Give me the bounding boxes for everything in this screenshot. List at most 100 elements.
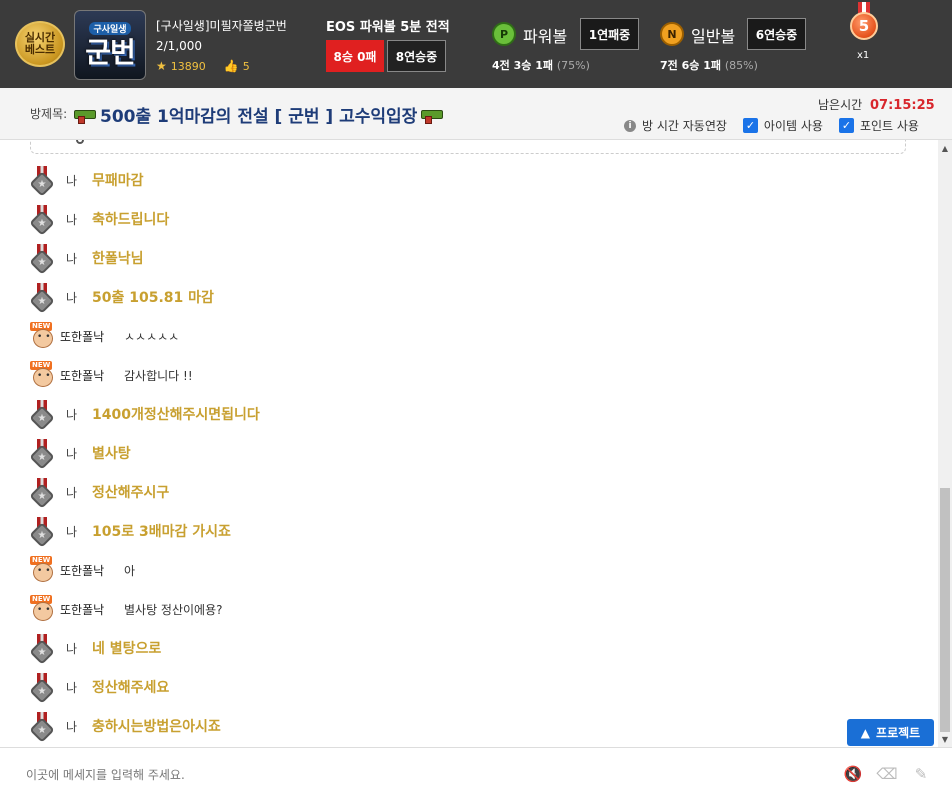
realtime-best-badge: 실시간 베스트 <box>15 21 65 67</box>
rank-medal-icon <box>29 244 55 275</box>
rank-medal-icon <box>29 205 55 236</box>
like-count: 5 <box>242 59 250 73</box>
level-medal-icon[interactable]: 5 <box>848 2 880 46</box>
message-text: 105로 3배마감 가시죠 <box>92 524 231 540</box>
protect-button-label: 프로젝트 <box>876 726 921 740</box>
normalball-label: 일반볼 <box>691 27 736 46</box>
rank-medal-icon <box>29 478 55 509</box>
rank-medal-icon <box>29 166 55 197</box>
room-title-text: 500출 1억마감의 전설 [ 군번 ] 고수익입장 <box>100 107 418 127</box>
powerball-streak: 1연패중 <box>580 18 639 50</box>
scroll-thumb[interactable] <box>940 488 950 732</box>
room-options: i 방 시간 자동연장 ✓ 아이템 사용 ✓ 포인트 사용 <box>624 117 919 134</box>
chat-message: 나1400개정산해주시면됩니다 <box>29 400 260 431</box>
record-result-badge: 8승 0패 <box>326 40 384 72</box>
chat-message: 나105로 3배마감 가시죠 <box>29 517 231 548</box>
badge-line-2: 베스트 <box>24 43 56 56</box>
message-text: 정산해주세요 <box>92 680 170 696</box>
rank-medal-icon <box>29 673 55 704</box>
magic-wand-icon[interactable]: ✎ <box>910 764 932 784</box>
mute-icon[interactable]: 🔇 <box>842 764 864 784</box>
record-streak-badge: 8연승중 <box>387 40 446 72</box>
item-use-checkbox[interactable]: ✓ <box>742 118 758 133</box>
message-text: 무패마감 <box>92 173 144 189</box>
message-nick[interactable]: 나 <box>66 250 92 267</box>
chat-log[interactable]: 나무패마감나축하드립니다나한폴낙님나50출 105.81 마감NEW또한폴낙ㅅㅅ… <box>0 140 938 747</box>
chat-message: NEW또한폴낙아 <box>30 556 135 584</box>
message-text: 충하시는방법은아시죠 <box>92 719 221 735</box>
room-title: 500출 1억마감의 전설 [ 군번 ] 고수익입장 <box>74 102 444 127</box>
new-user-avatar-icon: NEW <box>30 556 56 584</box>
message-nick[interactable]: 나 <box>66 718 92 735</box>
header: 실시간 베스트 구사일생 군번 [구사일생]미필자쫄병군번 2/1,000 ★ … <box>0 0 952 88</box>
message-text: 축하드립니다 <box>92 212 170 228</box>
rank-medal-icon <box>29 283 55 314</box>
normalball-record-pct: (85%) <box>724 59 758 72</box>
notice-box <box>30 140 906 154</box>
point-use-checkbox[interactable]: ✓ <box>838 118 854 133</box>
rank-medal-icon <box>29 517 55 548</box>
remaining-time: 남은시간 07:15:25 <box>818 96 935 113</box>
message-nick[interactable]: 나 <box>66 211 92 228</box>
user-stats: ★ 13890 👍 5 <box>156 59 250 73</box>
message-text: ㅅㅅㅅㅅㅅ <box>124 329 180 344</box>
rank-medal-icon <box>29 400 55 431</box>
auto-extend-label[interactable]: 방 시간 자동연장 <box>642 117 727 134</box>
message-nick[interactable]: 나 <box>66 484 92 501</box>
profile-image[interactable]: 구사일생 군번 <box>74 10 146 80</box>
scroll-down-arrow-icon[interactable]: ▼ <box>938 733 952 745</box>
message-nick[interactable]: 또한폴낙 <box>60 562 124 579</box>
chat-message: 나정산해주세요 <box>29 673 170 704</box>
chat-message: 나정산해주시구 <box>29 478 169 509</box>
profile-main-text: 군번 <box>85 35 136 69</box>
message-text: 네 별탕으로 <box>92 641 162 657</box>
message-nick[interactable]: 나 <box>66 640 92 657</box>
eraser-icon[interactable]: ⌫ <box>876 764 898 784</box>
message-nick[interactable]: 나 <box>66 523 92 540</box>
chat-message: NEW또한폴낙별사탕 정산이에용? <box>30 595 223 623</box>
chat-input-bar: 🔇 ⌫ ✎ <box>0 747 952 801</box>
room-bar: 방제목: 500출 1억마감의 전설 [ 군번 ] 고수익입장 남은시간 07:… <box>0 88 952 140</box>
powerball-record-pct: (75%) <box>556 59 590 72</box>
message-nick[interactable]: 또한폴낙 <box>60 601 124 618</box>
star-icon: ★ <box>156 59 167 73</box>
message-nick[interactable]: 또한폴낙 <box>60 367 124 384</box>
powerball-record: 4전 3승 1패 (75%) <box>492 57 590 73</box>
message-nick[interactable]: 나 <box>66 289 92 306</box>
message-nick[interactable]: 나 <box>66 172 92 189</box>
message-nick[interactable]: 나 <box>66 445 92 462</box>
new-user-avatar-icon: NEW <box>30 595 56 623</box>
chat-input[interactable] <box>26 764 816 786</box>
message-text: 별사탕 <box>92 446 131 462</box>
room-title-label: 방제목: <box>30 107 68 121</box>
chat-message: 나네 별탕으로 <box>29 634 162 665</box>
remaining-time-label: 남은시간 <box>818 98 863 112</box>
remaining-time-value: 07:15:25 <box>870 98 935 113</box>
message-nick[interactable]: 나 <box>66 406 92 423</box>
message-nick[interactable]: 또한폴낙 <box>60 328 124 345</box>
record-title: EOS 파워볼 5분 전적 <box>326 20 450 35</box>
powerball-label: 파워볼 <box>523 27 568 46</box>
message-text: 한폴낙님 <box>92 251 144 267</box>
message-text: 아 <box>124 563 136 578</box>
gun-icon <box>421 108 444 124</box>
chat-message: 나별사탕 <box>29 439 131 470</box>
point-use-label[interactable]: 포인트 사용 <box>860 117 919 134</box>
protect-button[interactable]: ▲ 프로젝트 <box>847 719 934 746</box>
message-nick[interactable]: 나 <box>66 679 92 696</box>
rank-medal-icon <box>29 712 55 743</box>
chat-message: 나한폴낙님 <box>29 244 144 275</box>
new-user-avatar-icon: NEW <box>30 322 56 350</box>
chat-message: 나무패마감 <box>29 166 144 197</box>
new-user-avatar-icon: NEW <box>30 361 56 389</box>
item-use-label[interactable]: 아이템 사용 <box>764 117 823 134</box>
chat-message: 나축하드립니다 <box>29 205 170 236</box>
medal-count: x1 <box>857 50 870 61</box>
chat-scrollbar[interactable]: ▲ ▼ <box>938 140 952 747</box>
scroll-up-arrow-icon[interactable]: ▲ <box>938 142 952 154</box>
medal-number: 5 <box>850 12 878 40</box>
info-icon[interactable]: i <box>624 119 636 132</box>
user-name: [구사일생]미필자쫄병군번 <box>156 19 287 33</box>
rank-medal-icon <box>29 634 55 665</box>
message-text: 50출 105.81 마감 <box>92 290 214 306</box>
